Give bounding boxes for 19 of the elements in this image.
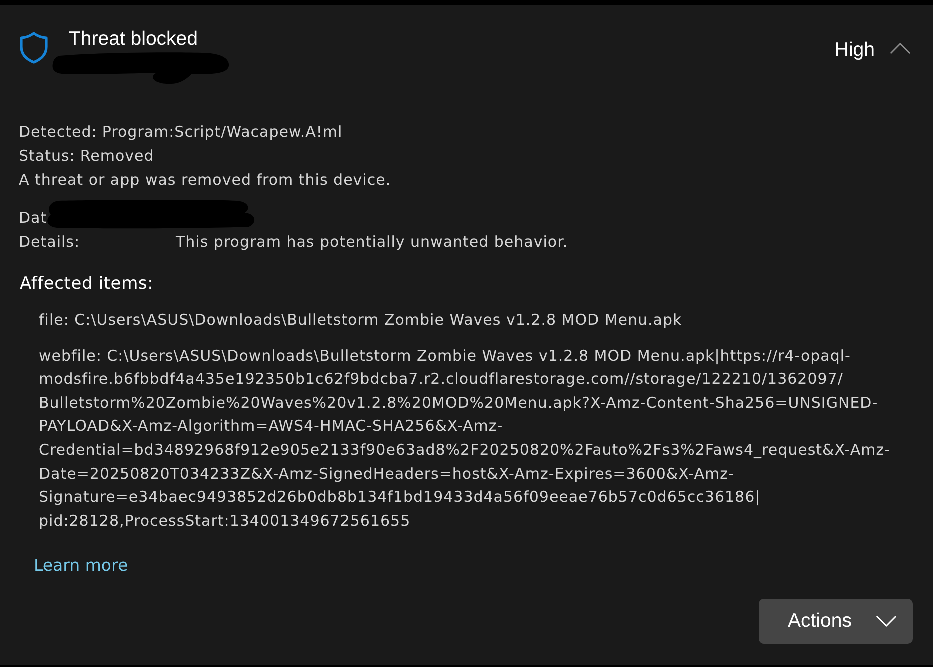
status-message: A threat or app was removed from this device. xyxy=(19,170,392,191)
field-value: Removed xyxy=(80,146,154,167)
threat-title: Threat blocked xyxy=(69,27,198,51)
chevron-down-icon xyxy=(876,616,897,628)
severity-label: High xyxy=(834,38,875,62)
field-label: Detected: xyxy=(19,122,98,143)
field-value: Program:Script/Wacapew.A!ml xyxy=(102,122,343,143)
field-label: Dat xyxy=(19,208,48,229)
affected-item-path: webfile: C:\Users\ASUS\Downloads\Bulletstorm Zombie Waves v1.2.8 MOD Menu.apk|https://r4-opaql- modsfire.b6fbbdf4a435e192350b1c62f9bdcba7.r2.cloudflarestorage.com//storage/122210/1362097/ Bulletstorm%20Zombie%20Waves%20v1.2.8%20MOD%20Menu.apk?X-Amz-Content-Sha256=UNSIGNED- PAYLOAD&X-Amz-Algorithm=AWS4-HMAC-SHA256&X-Amz- Credential=bd34892968f912e905e2133f90e63ad8%2F20250820%2Fauto%2Fs3%2Faws4_request&X-Amz- Date=20250820T034233Z&X-Amz-SignedHeaders=host&X-Amz-Expires=3600&X-Amz- Signature=e34baec9493852d26b0db8b134f1bd19433d4a56f09eeae76b57c0d65cc36186| pid:28128,ProcessStart:134001349672561655 xyxy=(39,346,892,532)
collapse-button[interactable] xyxy=(890,43,912,55)
field-label: Status: xyxy=(19,146,76,167)
shield-icon xyxy=(20,32,48,64)
field-value: This program has potentially unwanted behavior. xyxy=(176,232,568,253)
field-label: Details: xyxy=(19,232,82,253)
chevron-up-icon xyxy=(890,43,911,54)
section-heading: Affected items: xyxy=(19,273,155,296)
learn-more-link[interactable]: Learn more xyxy=(34,554,128,578)
actions-button[interactable]: Actions xyxy=(759,599,913,644)
affected-item-path: file: C:\Users\ASUS\Downloads\Bulletstorm Zombie Waves v1.2.8 MOD Menu.apk xyxy=(39,310,684,331)
